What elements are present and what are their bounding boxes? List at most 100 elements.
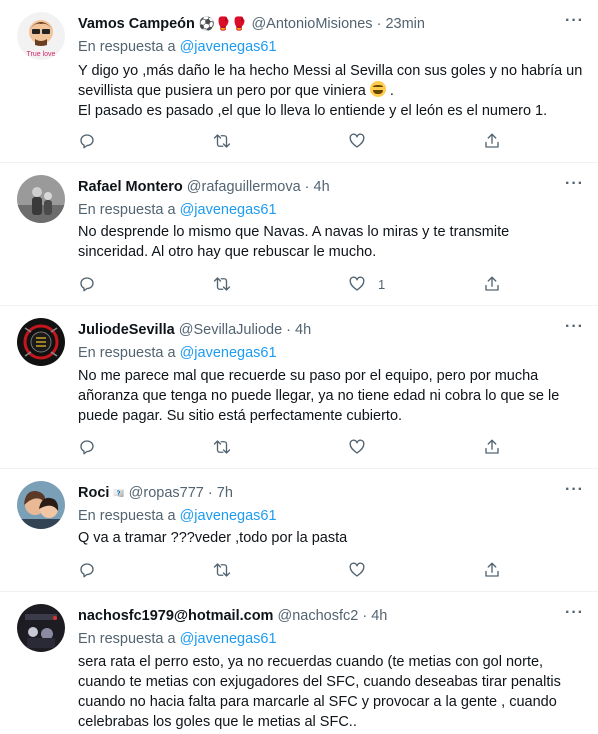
reply-prefix: En respuesta a (78, 508, 176, 524)
more-icon[interactable]: ··· (565, 481, 583, 499)
timestamp[interactable]: 4h (371, 608, 387, 624)
user-handle[interactable]: @SevillaJuliode (179, 322, 282, 338)
reply-prefix: En respuesta a (78, 202, 176, 218)
reply-icon (80, 134, 94, 149)
reply-context: En respuesta a @javenegas61 (78, 38, 277, 56)
reply-prefix: En respuesta a (78, 631, 176, 647)
timestamp[interactable]: 7h (217, 485, 233, 501)
grinning-emoji-icon (369, 81, 386, 97)
reply-mention[interactable]: @javenegas61 (180, 345, 277, 361)
share-button[interactable] (483, 560, 501, 580)
display-name[interactable]: Rafael Montero (78, 179, 183, 195)
retweet-button[interactable] (213, 274, 231, 294)
reply-button[interactable] (78, 437, 96, 457)
timestamp[interactable]: 4h (314, 179, 330, 195)
tweet[interactable]: nachosfc1979@hotmail.com @nachosfc2 · 4h… (0, 592, 598, 734)
more-icon[interactable]: ··· (565, 318, 583, 336)
tweet-header: Rafael Montero @rafaguillermova · 4h (78, 178, 330, 196)
tweet-text: sera rata el perro esto, ya no recuerdas… (78, 652, 583, 732)
more-icon[interactable]: ··· (565, 12, 583, 30)
reply-button[interactable] (78, 274, 96, 294)
separator-dot: · (207, 485, 213, 501)
reply-context: En respuesta a @javenegas61 (78, 507, 277, 525)
reply-icon (80, 440, 94, 455)
reply-context: En respuesta a @javenegas61 (78, 630, 277, 648)
tweet[interactable]: True love Vamos Campeón ⚽🥊🥊 @AntonioMisio… (0, 0, 598, 163)
action-bar (78, 131, 518, 151)
retweet-button[interactable] (213, 437, 231, 457)
tweet[interactable]: JuliodeSevilla @SevillaJuliode · 4h ··· … (0, 306, 598, 469)
retweet-button[interactable] (213, 131, 231, 151)
timestamp[interactable]: 23min (385, 16, 425, 32)
action-bar (78, 437, 518, 457)
share-icon (485, 562, 499, 577)
retweet-button[interactable] (213, 560, 231, 580)
like-icon (349, 276, 365, 291)
avatar[interactable] (17, 175, 65, 223)
retweet-icon (213, 440, 231, 454)
reply-mention[interactable]: @javenegas61 (180, 508, 277, 524)
name-emoji: 🇫🇫 (113, 488, 125, 499)
reply-button[interactable] (78, 131, 96, 151)
tweet[interactable]: Roci 🇫🇫 @ropas777 · 7h ··· En respuesta a… (0, 469, 598, 592)
like-button[interactable] (348, 131, 378, 151)
share-icon (485, 439, 499, 454)
user-handle[interactable]: @nachosfc2 (277, 608, 358, 624)
reply-button[interactable] (78, 560, 96, 580)
like-count: 1 (378, 276, 386, 292)
reply-feed: True love Vamos Campeón ⚽🥊🥊 @AntonioMisio… (0, 0, 598, 734)
more-icon[interactable]: ··· (565, 175, 583, 193)
display-name[interactable]: nachosfc1979@hotmail.com (78, 608, 273, 624)
reply-mention[interactable]: @javenegas61 (180, 631, 277, 647)
reply-icon (80, 563, 94, 578)
tweet-text: Q va a tramar ???veder ,todo por la past… (78, 528, 583, 548)
user-handle[interactable]: @AntonioMisiones (251, 16, 372, 32)
tweet-text-line: No me parece mal que recuerde su paso po… (78, 368, 560, 424)
retweet-icon (213, 134, 231, 148)
retweet-icon (213, 277, 231, 291)
like-button[interactable]: 1 (348, 274, 385, 294)
svg-text:True love: True love (27, 51, 56, 58)
separator-dot: · (376, 16, 382, 32)
tweet-text-line: El pasado es pasado ,el que lo lleva lo … (78, 103, 548, 119)
display-name[interactable]: Roci (78, 485, 109, 501)
display-name[interactable]: Vamos Campeón (78, 16, 195, 32)
reply-mention[interactable]: @javenegas61 (180, 39, 277, 55)
tweet-text: Y digo yo ,más daño le ha hecho Messi al… (78, 63, 583, 119)
share-button[interactable] (483, 437, 501, 457)
avatar[interactable] (17, 604, 65, 652)
display-name[interactable]: JuliodeSevilla (78, 322, 175, 338)
tweet-text-line: Q va a tramar ???veder ,todo por la past… (78, 530, 348, 546)
share-button[interactable] (483, 131, 501, 151)
reply-context: En respuesta a @javenegas61 (78, 201, 277, 219)
reply-icon (80, 277, 94, 292)
tweet-text-line: sera rata el perro esto, ya no recuerdas… (78, 654, 561, 730)
like-icon (349, 439, 365, 454)
tweet-text-line: No desprende lo mismo que Navas. A navas… (78, 224, 510, 260)
user-handle[interactable]: @ropas777 (129, 485, 204, 501)
more-icon[interactable]: ··· (565, 604, 583, 622)
reply-mention[interactable]: @javenegas61 (180, 202, 277, 218)
tweet[interactable]: Rafael Montero @rafaguillermova · 4h ···… (0, 163, 598, 306)
tweet-header: Roci 🇫🇫 @ropas777 · 7h (78, 484, 233, 502)
avatar[interactable]: True love (17, 12, 65, 60)
separator-dot: · (362, 608, 368, 624)
tweet-text-line: Y digo yo ,más daño le ha hecho Messi al… (78, 63, 583, 99)
reply-context: En respuesta a @javenegas61 (78, 344, 277, 362)
avatar[interactable] (17, 318, 65, 366)
action-bar: 1 (78, 274, 518, 294)
tweet-text: No me parece mal que recuerde su paso po… (78, 366, 583, 426)
separator-dot: · (286, 322, 292, 338)
separator-dot: · (304, 179, 310, 195)
timestamp[interactable]: 4h (295, 322, 311, 338)
share-button[interactable] (483, 274, 501, 294)
tweet-header: Vamos Campeón ⚽🥊🥊 @AntonioMisiones · 23mi… (78, 15, 425, 33)
like-button[interactable] (348, 560, 378, 580)
name-emoji: ⚽🥊🥊 (198, 16, 248, 32)
like-icon (349, 562, 365, 577)
user-handle[interactable]: @rafaguillermova (187, 179, 301, 195)
like-button[interactable] (348, 437, 378, 457)
retweet-icon (213, 563, 231, 577)
tweet-text: No desprende lo mismo que Navas. A navas… (78, 222, 583, 262)
avatar[interactable] (17, 481, 65, 529)
